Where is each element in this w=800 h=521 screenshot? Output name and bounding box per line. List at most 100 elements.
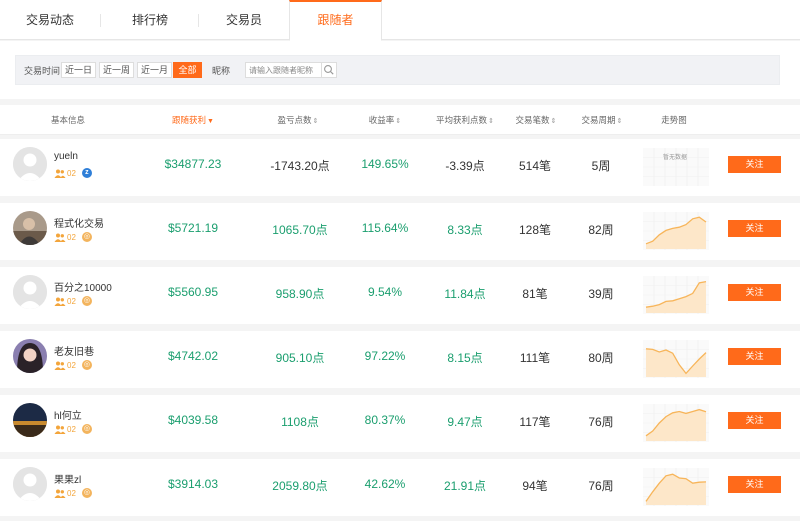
users-icon bbox=[54, 169, 66, 178]
level-value: 02 bbox=[67, 168, 76, 178]
points: 1065.70点 bbox=[272, 223, 328, 237]
points: 1108点 bbox=[281, 415, 319, 429]
search-icon bbox=[324, 65, 334, 75]
trade-period: 80周 bbox=[588, 351, 614, 365]
return-rate: 80.37% bbox=[364, 413, 406, 427]
follow-profit: $4039.58 bbox=[167, 413, 219, 427]
level-value: 02 bbox=[67, 424, 76, 434]
follow-profit: $3914.03 bbox=[167, 477, 219, 491]
follow-button[interactable]: 关注 bbox=[728, 348, 781, 365]
trade-count: 128笔 bbox=[518, 223, 552, 237]
z-badge-icon: z bbox=[81, 168, 92, 178]
follow-button[interactable]: 关注 bbox=[728, 156, 781, 173]
default-avatar-icon bbox=[13, 467, 47, 501]
table-row: hl何立 02 ◎ $4039.58 1108点 80.37% 9.47点 117… bbox=[0, 395, 800, 452]
avatar[interactable] bbox=[13, 403, 47, 437]
follow-button[interactable]: 关注 bbox=[728, 412, 781, 429]
trade-count: 111笔 bbox=[519, 351, 551, 365]
nickname-search-input[interactable] bbox=[245, 62, 321, 78]
col-label: 平均获利点数 bbox=[436, 115, 488, 125]
col-points[interactable]: 盈亏点数⇕ bbox=[278, 114, 319, 126]
trade-period: 5周 bbox=[591, 159, 611, 173]
follow-profit: $5721.19 bbox=[167, 221, 219, 235]
col-label: 交易周期 bbox=[581, 115, 616, 125]
table-row: 程式化交易 02 ◎ $5721.19 1065.70点 115.64% 8.33… bbox=[0, 203, 800, 260]
tab-traders[interactable]: 交易员 bbox=[199, 0, 289, 40]
avg-points: 9.47点 bbox=[447, 415, 483, 429]
period-week-button[interactable]: 近一周 bbox=[99, 62, 134, 78]
follow-button[interactable]: 关注 bbox=[728, 476, 781, 493]
col-label: 收益率 bbox=[368, 115, 395, 125]
tab-followers[interactable]: 跟随者 bbox=[289, 0, 382, 41]
trend-sparkline bbox=[643, 468, 709, 506]
follower-meta: 02 ◎ bbox=[54, 488, 92, 500]
period-day-button[interactable]: 近一日 bbox=[61, 62, 96, 78]
avg-points: 21.91点 bbox=[443, 479, 487, 493]
users-icon bbox=[54, 489, 66, 498]
follow-button[interactable]: 关注 bbox=[728, 220, 781, 237]
gold-badge-icon: ◎ bbox=[81, 360, 92, 370]
nickname-label: 昵称 bbox=[212, 66, 231, 76]
col-avg-points[interactable]: 平均获利点数⇕ bbox=[436, 114, 494, 126]
trade-period: 39周 bbox=[588, 287, 614, 301]
avatar[interactable] bbox=[13, 211, 47, 245]
trade-period: 82周 bbox=[588, 223, 614, 237]
trend-sparkline: 暂无数据 bbox=[643, 148, 709, 186]
col-return-rate[interactable]: 收益率⇕ bbox=[369, 114, 401, 126]
follow-button[interactable]: 关注 bbox=[728, 284, 781, 301]
level-value: 02 bbox=[67, 488, 76, 498]
follow-profit: $5560.95 bbox=[167, 285, 219, 299]
trend-chart bbox=[643, 404, 709, 442]
col-follow-profit[interactable]: 跟随获利▼ bbox=[172, 114, 214, 126]
follower-name[interactable]: yueln bbox=[54, 151, 78, 162]
filter-bar: 交易时间 近一日 近一周 近一月 全部 昵称 bbox=[15, 55, 780, 85]
avatar[interactable] bbox=[13, 147, 47, 181]
sort-icon: ⇕ bbox=[312, 118, 319, 125]
tab-ranking[interactable]: 排行榜 bbox=[101, 0, 199, 40]
return-rate: 9.54% bbox=[367, 285, 403, 299]
tab-trade-activity[interactable]: 交易动态 bbox=[2, 0, 98, 40]
points: 958.90点 bbox=[275, 287, 325, 301]
avatar[interactable] bbox=[13, 339, 47, 373]
follower-meta: 02 z bbox=[54, 168, 92, 180]
follower-name[interactable]: 程式化交易 bbox=[54, 215, 104, 230]
gold-badge-icon: ◎ bbox=[81, 424, 92, 434]
return-rate: 115.64% bbox=[361, 221, 409, 235]
col-trade-count[interactable]: 交易笔数⇕ bbox=[516, 114, 557, 126]
trade-period: 76周 bbox=[588, 479, 614, 493]
trade-count: 514笔 bbox=[518, 159, 552, 173]
gold-badge-icon: ◎ bbox=[81, 296, 92, 306]
follow-profit: $34877.23 bbox=[164, 157, 222, 171]
return-rate: 97.22% bbox=[364, 349, 406, 363]
period-all-button[interactable]: 全部 bbox=[173, 62, 202, 78]
points: 2059.80点 bbox=[272, 479, 328, 493]
col-label: 基本信息 bbox=[50, 115, 86, 125]
users-icon bbox=[54, 297, 66, 306]
search-button[interactable] bbox=[321, 62, 337, 78]
profile-photo-icon bbox=[13, 339, 47, 373]
avatar[interactable] bbox=[13, 467, 47, 501]
table-row: 老友旧巷 02 ◎ $4742.02 905.10点 97.22% 8.15点 1… bbox=[0, 331, 800, 388]
period-month-button[interactable]: 近一月 bbox=[137, 62, 172, 78]
avg-points: 11.84点 bbox=[444, 287, 486, 301]
col-trade-period[interactable]: 交易周期⇕ bbox=[582, 114, 623, 126]
avg-points: -3.39点 bbox=[445, 159, 485, 173]
follower-name[interactable]: 老友旧巷 bbox=[54, 343, 94, 358]
follower-meta: 02 ◎ bbox=[54, 424, 92, 436]
trend-chart bbox=[643, 276, 709, 314]
table-row: 百分之10000 02 ◎ $5560.95 958.90点 9.54% 11.8… bbox=[0, 267, 800, 324]
points: -1743.20点 bbox=[270, 159, 330, 173]
no-data-text: 暂无数据 bbox=[663, 153, 687, 161]
follower-name[interactable]: hl何立 bbox=[54, 407, 82, 422]
avatar[interactable] bbox=[13, 275, 47, 309]
default-avatar-icon bbox=[13, 275, 47, 309]
gold-badge-icon: ◎ bbox=[81, 232, 92, 242]
return-rate: 42.62% bbox=[364, 477, 406, 491]
follower-name[interactable]: 果果zl bbox=[54, 471, 81, 486]
users-icon bbox=[54, 233, 66, 242]
avg-points: 8.15点 bbox=[447, 351, 483, 365]
trend-sparkline bbox=[643, 276, 709, 314]
col-label: 交易笔数 bbox=[515, 115, 550, 125]
table-row: yueln 02 z $34877.23 -1743.20点 149.65% -3… bbox=[0, 139, 800, 196]
follower-name[interactable]: 百分之10000 bbox=[54, 279, 112, 294]
